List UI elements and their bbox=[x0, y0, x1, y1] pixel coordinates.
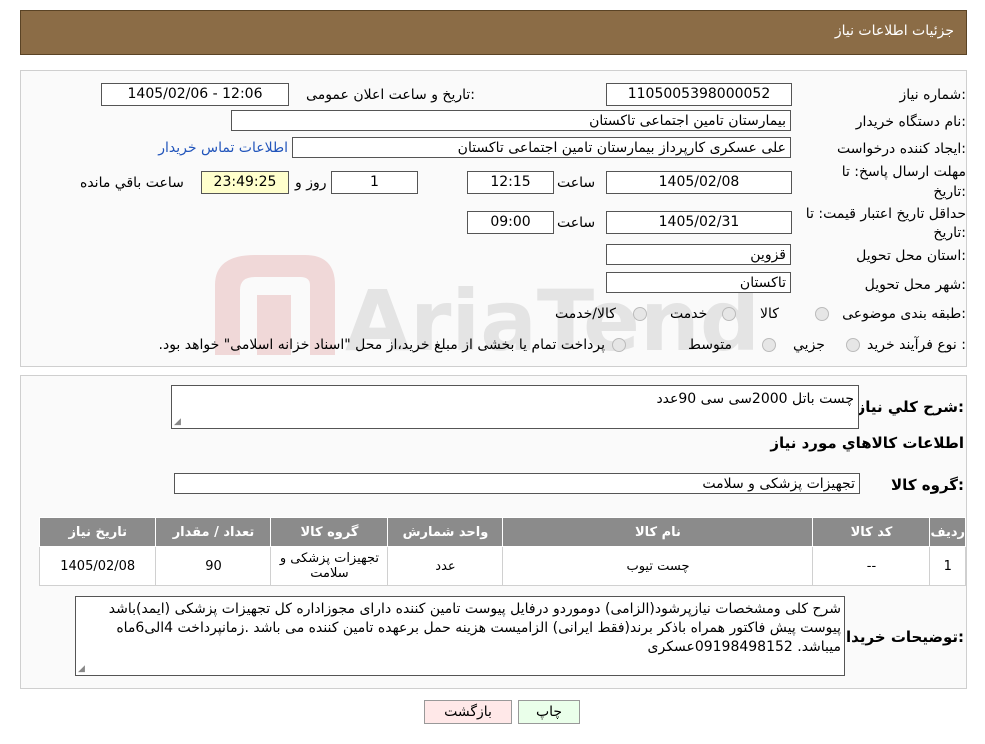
col-code: کد کالا bbox=[812, 517, 931, 547]
summary-text: چست باتل 2000سی سی 90عدد bbox=[656, 391, 854, 407]
buyer-notes-label: توضیحات خریدار: bbox=[837, 628, 964, 646]
announce-datetime-field: 1405/02/06 - 12:06 bbox=[101, 83, 289, 106]
resize-grip-icon[interactable]: ◢ bbox=[174, 417, 181, 427]
buyer-org-field: بیمارستان تامین اجتماعی تاکستان bbox=[231, 110, 791, 131]
validity-time-field: 09:00 bbox=[467, 211, 554, 234]
deadline-label: مهلت ارسال پاسخ: تا bbox=[841, 164, 966, 180]
resize-grip-icon[interactable]: ◢ bbox=[78, 664, 85, 674]
category-option-goods: کالا bbox=[760, 306, 779, 322]
process-radio-medium[interactable] bbox=[762, 338, 776, 352]
buyer-notes-textarea: شرح کلی ومشخصات نیازپرشود(الزامی) دومورد… bbox=[75, 596, 845, 676]
col-date: تاریخ نیاز bbox=[38, 517, 157, 547]
province-field: قزوین bbox=[606, 244, 791, 265]
summary-textarea: چست باتل 2000سی سی 90عدد ◢ bbox=[171, 385, 859, 429]
province-label: استان محل تحویل: bbox=[856, 248, 966, 264]
category-radio-service[interactable] bbox=[722, 307, 736, 321]
table-row: 1 -- چست تیوب عدد تجهیزات پزشکی و سلامت … bbox=[38, 546, 966, 586]
city-field: تاکستان bbox=[606, 272, 791, 293]
goods-group-field: تجهیزات پزشکی و سلامت bbox=[174, 473, 860, 494]
process-label: نوع فرآیند خرید : bbox=[867, 337, 966, 353]
col-qty: تعداد / مقدار bbox=[155, 517, 272, 547]
page-header: جزئیات اطلاعات نیاز bbox=[20, 10, 967, 55]
buyer-notes-text: شرح کلی ومشخصات نیازپرشود(الزامی) دومورد… bbox=[108, 601, 841, 655]
cell-code: -- bbox=[812, 546, 931, 586]
deadline-date-field: 1405/02/08 bbox=[606, 171, 792, 194]
remaining-time-field: 23:49:25 bbox=[201, 171, 289, 194]
process-option-minor: جزیي bbox=[793, 337, 825, 353]
validity-time-label: ساعت bbox=[557, 215, 596, 231]
col-row: ردیف bbox=[929, 517, 966, 547]
cell-row: 1 bbox=[929, 546, 966, 586]
cell-group: تجهیزات پزشکی و سلامت bbox=[270, 546, 389, 586]
col-name: نام کالا bbox=[502, 517, 814, 547]
payment-note: پرداخت تمام یا بخشی از مبلغ خرید،از محل … bbox=[158, 337, 605, 353]
col-group: گروه کالا bbox=[270, 517, 389, 547]
creator-label: ایجاد کننده درخواست: bbox=[837, 141, 966, 157]
category-option-service: خدمت bbox=[670, 306, 708, 322]
summary-label: شرح کلي نیاز: bbox=[856, 398, 964, 416]
need-number-label: شماره نیاز: bbox=[899, 87, 966, 103]
days-remaining-field: 1 bbox=[331, 171, 418, 194]
goods-table: ردیف کد کالا نام کالا واحد شمارش گروه کا… bbox=[38, 517, 966, 586]
category-radio-goods-service[interactable] bbox=[633, 307, 647, 321]
creator-field: علی عسکری کارپرداز بیمارستان تامین اجتما… bbox=[292, 137, 791, 158]
payment-checkbox[interactable] bbox=[612, 338, 626, 352]
buyer-org-label: نام دستگاه خریدار: bbox=[855, 114, 966, 130]
process-option-medium: متوسط bbox=[688, 337, 732, 353]
category-radio-goods[interactable] bbox=[815, 307, 829, 321]
deadline-time-label: ساعت bbox=[557, 175, 596, 191]
validity-label: حداقل تاریخ اعتبار قیمت: تا bbox=[805, 206, 966, 222]
announce-label: تاریخ و ساعت اعلان عمومی: bbox=[306, 87, 475, 103]
validity-label-2: تاریخ: bbox=[933, 225, 966, 241]
city-label: شهر محل تحویل: bbox=[864, 277, 966, 293]
goods-info-title: اطلاعات کالاهاي مورد نیاز bbox=[770, 434, 964, 452]
goods-table-wrap: ردیف کد کالا نام کالا واحد شمارش گروه کا… bbox=[38, 517, 966, 586]
remaining-time-label: ساعت باقي مانده bbox=[80, 175, 184, 191]
goods-group-label: گروه کالا: bbox=[891, 476, 964, 494]
validity-date-field: 1405/02/31 bbox=[606, 211, 792, 234]
page-title: جزئیات اطلاعات نیاز bbox=[834, 23, 954, 39]
category-label: طبقه بندی موضوعی: bbox=[842, 306, 966, 322]
cell-name: چست تیوب bbox=[502, 546, 814, 586]
deadline-label-2: تاریخ: bbox=[933, 184, 966, 200]
col-unit: واحد شمارش bbox=[387, 517, 504, 547]
cell-date: 1405/02/08 bbox=[38, 546, 157, 586]
print-button[interactable]: چاپ bbox=[518, 700, 580, 724]
buyer-contact-link[interactable]: اطلاعات تماس خریدار bbox=[158, 140, 288, 156]
cell-qty: 90 bbox=[155, 546, 272, 586]
days-label: روز و bbox=[295, 175, 327, 191]
need-number-field: 1105005398000052 bbox=[606, 83, 792, 106]
process-radio-minor[interactable] bbox=[846, 338, 860, 352]
category-option-goods-service: کالا/خدمت bbox=[555, 306, 616, 322]
cell-unit: عدد bbox=[387, 546, 504, 586]
back-button[interactable]: بازگشت bbox=[424, 700, 512, 724]
deadline-time-field: 12:15 bbox=[467, 171, 554, 194]
